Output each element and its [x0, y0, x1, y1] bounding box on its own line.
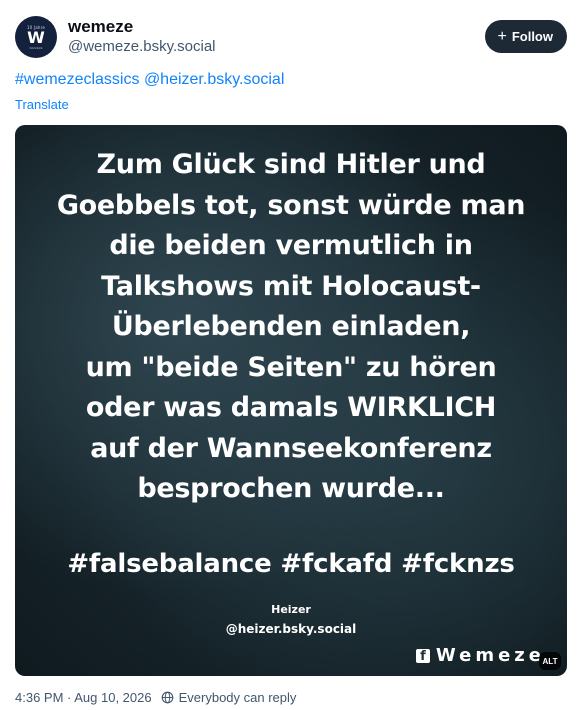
author-display-name[interactable]: wemeze: [68, 17, 216, 37]
translate-link[interactable]: Translate: [15, 97, 69, 112]
author-handle[interactable]: @wemeze.bsky.social: [68, 37, 216, 57]
image-quote-line: Goebbels tot, sonst würde man: [56, 189, 526, 221]
post-footer: 4:36 PM · Aug 10, 2026 Everybody can rep…: [15, 690, 296, 705]
globe-icon: [161, 691, 173, 704]
image-credit-handle: @heizer.bsky.social: [225, 622, 357, 636]
image-quote-line: Zum Glück sind Hitler und: [96, 149, 486, 180]
image-quote-line: die beiden vermutlich in: [109, 230, 473, 261]
image-quote-line: besprochen wurde...: [137, 473, 445, 504]
alt-text-badge[interactable]: ALT: [539, 652, 561, 670]
post-timestamp[interactable]: 4:36 PM · Aug 10, 2026: [15, 690, 152, 705]
image-quote-line: auf der Wannseekonferenz: [90, 432, 492, 464]
follow-button[interactable]: + Follow: [485, 20, 567, 53]
avatar[interactable]: 10 Jahre W WEMEZE: [15, 16, 57, 58]
avatar-logo-mark: W: [27, 27, 45, 47]
post-text: #wemezeclassics @heizer.bsky.social: [15, 69, 284, 91]
image-quote-text: Zum Glück sind Hitler und Goebbels tot, …: [15, 145, 567, 510]
author-names: wemeze @wemeze.bsky.social: [68, 17, 216, 57]
hashtag-link[interactable]: #wemezeclassics: [15, 71, 139, 88]
watermark-text: Wemeze: [435, 645, 545, 666]
avatar-sub-text: WEMEZE: [29, 45, 43, 50]
post: 10 Jahre W WEMEZE wemeze @wemeze.bsky.so…: [0, 0, 582, 710]
image-quote-line: oder was damals WIRKLICH: [85, 392, 497, 423]
facebook-icon: f: [415, 648, 430, 663]
image-quote-line: Talkshows mit Holocaust-: [101, 270, 481, 302]
post-image[interactable]: Zum Glück sind Hitler und Goebbels tot, …: [15, 125, 567, 676]
mention-link[interactable]: @heizer.bsky.social: [144, 71, 284, 88]
image-quote-line: um "beide Seiten" zu hören: [85, 351, 497, 383]
reply-setting: Everybody can reply: [178, 690, 297, 705]
plus-icon: +: [497, 27, 507, 45]
image-hashtags: #falsebalance #fckafd #fcknzs: [67, 549, 515, 579]
image-quote-line: Überlebenden einladen,: [111, 311, 471, 342]
image-credit-name: Heizer: [271, 603, 311, 616]
post-header: 10 Jahre W WEMEZE wemeze @wemeze.bsky.so…: [15, 15, 567, 59]
image-watermark: f Wemeze: [415, 645, 545, 666]
follow-button-label: Follow: [511, 29, 553, 44]
